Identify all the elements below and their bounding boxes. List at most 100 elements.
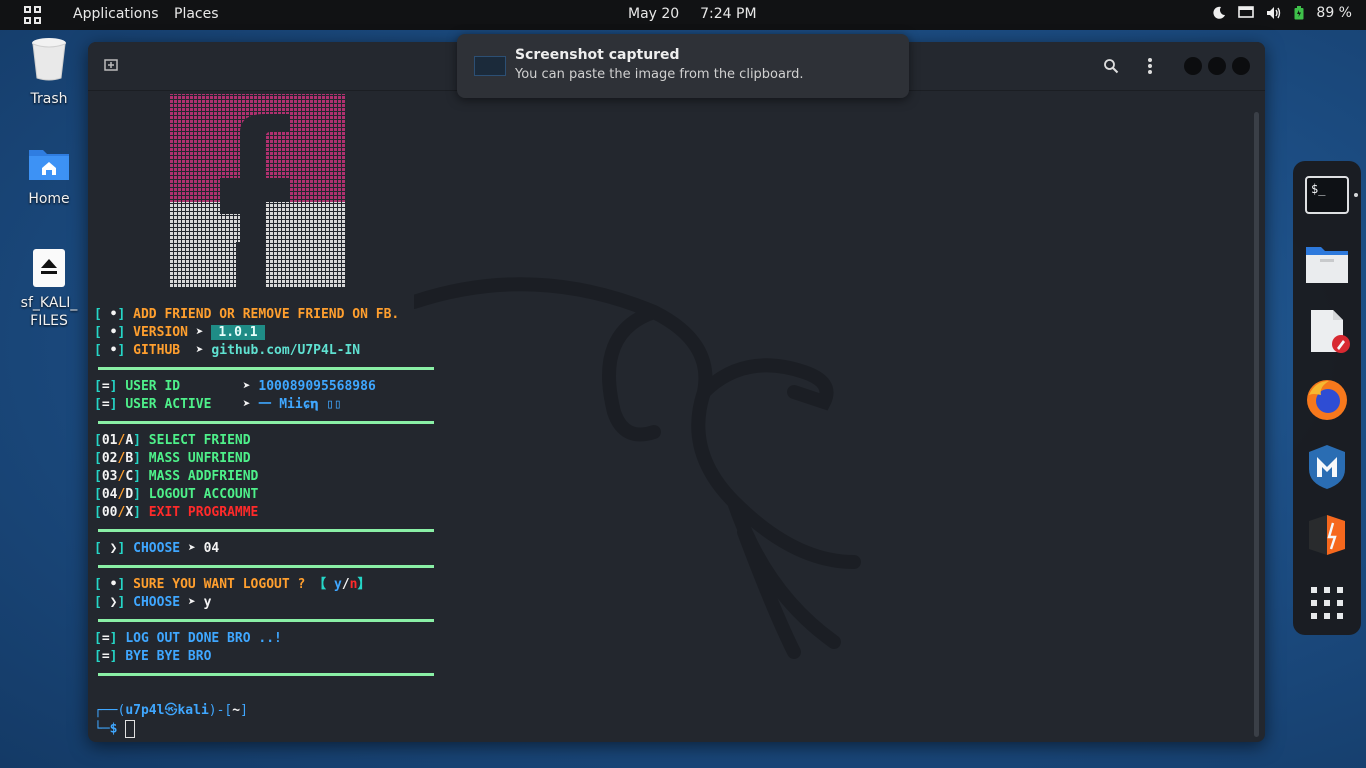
user-id-value: 100089095568986: [258, 379, 376, 394]
desktop-icon-label: sf_KALI_ FILES: [20, 295, 78, 329]
notification-body: You can paste the image from the clipboa…: [515, 67, 804, 82]
burpsuite-icon: [1309, 515, 1345, 555]
option-key: X: [125, 505, 134, 520]
shell-prompt-line-2[interactable]: └─$: [94, 720, 136, 738]
info-label: GITHUB: [133, 343, 181, 358]
option-code: 03: [101, 469, 118, 484]
time-label: 7:24 PM: [700, 6, 757, 22]
screenshot-thumbnail-icon: [474, 56, 506, 76]
kebab-menu-icon[interactable]: [1147, 57, 1153, 75]
date-label: May 20: [628, 6, 680, 22]
app-grid-icon: [1311, 587, 1343, 619]
dock-show-apps[interactable]: [1303, 579, 1351, 627]
terminal-output[interactable]: [ •] ADD FRIEND OR REMOVE FRIEND ON FB. …: [94, 92, 1244, 742]
option-key: A: [125, 433, 134, 448]
dock-files[interactable]: [1303, 239, 1351, 287]
menu-option-01: [01/A] SELECT FRIEND: [94, 433, 251, 448]
dock-terminal[interactable]: $_: [1303, 171, 1351, 219]
user-active-line: [=] USER ACTIVE ➤ 一 Miiɕ𝛈 ▯▯: [94, 397, 342, 412]
done-label: BYE BYE BRO: [125, 649, 212, 664]
prompt-host: kali: [177, 703, 209, 718]
trash-icon: [32, 38, 66, 81]
dock-metasploit[interactable]: [1303, 443, 1351, 491]
dock-text-editor[interactable]: [1303, 307, 1351, 355]
separator-line: [98, 421, 434, 424]
choose-label: CHOOSE: [133, 595, 181, 610]
option-code: 04: [101, 487, 118, 502]
option-label: MASS ADDFRIEND: [148, 469, 259, 484]
user-label: USER ACTIVE: [125, 397, 212, 412]
metasploit-icon: [1309, 445, 1345, 489]
option-key: D: [125, 487, 134, 502]
terminal-window[interactable]: [ •] ADD FRIEND OR REMOVE FRIEND ON FB. …: [88, 42, 1265, 742]
menu-option-03: [03/C] MASS ADDFRIEND: [94, 469, 259, 484]
choose-label: CHOOSE: [133, 541, 181, 556]
separator-line: [98, 367, 434, 370]
battery-percent: 89 %: [1316, 5, 1352, 21]
menu-option-04: [04/D] LOGOUT ACCOUNT: [94, 487, 259, 502]
volume-icon[interactable]: [1266, 6, 1282, 20]
info-line-description: [ •] ADD FRIEND OR REMOVE FRIEND ON FB.: [94, 307, 400, 322]
new-tab-icon[interactable]: [104, 58, 118, 72]
terminal-scrollbar[interactable]: [1254, 112, 1259, 737]
shell-prompt-line-1: ┌──(u7p4l㉿kali)-[~]: [94, 703, 248, 718]
running-indicator: [1354, 193, 1358, 197]
kali-dragon-watermark: [414, 277, 861, 659]
top-panel: Applications Places May 20 7:24 PM 89 %: [0, 0, 1366, 30]
svg-text:$_: $_: [1311, 182, 1326, 196]
option-key: C: [125, 469, 134, 484]
prompt-symbol: $: [109, 721, 118, 737]
screen-icon[interactable]: [1238, 6, 1255, 20]
choose-value: 04: [203, 541, 220, 556]
choose-line-2: [ ❯] CHOOSE ➤ y: [94, 595, 212, 610]
version-value: 1.0.1: [211, 325, 265, 340]
facebook-ascii-logo: [170, 94, 346, 288]
search-icon[interactable]: [1103, 58, 1119, 74]
option-code: 02: [101, 451, 118, 466]
info-line-github: [ •] GITHUB ➤ github.com/U7P4L-IN: [94, 343, 361, 358]
menu-option-00: [00/X] EXIT PROGRAMME: [94, 505, 259, 520]
option-label: LOGOUT ACCOUNT: [148, 487, 259, 502]
option-label: EXIT PROGRAMME: [148, 505, 259, 520]
arrow-glyph: ➤: [242, 397, 251, 412]
choose-value: y: [203, 595, 212, 610]
activities-grid-icon[interactable]: [24, 6, 42, 24]
desktop-sf-kali-files[interactable]: sf_KALI_ FILES: [4, 248, 94, 330]
option-label: SELECT FRIEND: [148, 433, 251, 448]
menu-option-02: [02/B] MASS UNFRIEND: [94, 451, 251, 466]
user-id-line: [=] USER ID ➤ 100089095568986: [94, 379, 376, 394]
desktop-trash[interactable]: Trash: [4, 36, 94, 108]
arrow-glyph: ➤: [187, 541, 196, 556]
minimize-button[interactable]: [1184, 57, 1202, 75]
user-tag: =: [101, 397, 110, 412]
screenshot-notification[interactable]: Screenshot captured You can paste the im…: [457, 34, 909, 98]
arrow-glyph: ➤: [187, 595, 196, 610]
choose-line-1: [ ❯] CHOOSE ➤ 04: [94, 541, 220, 556]
done-label: LOG OUT DONE BRO ..!: [125, 631, 282, 646]
info-line-version: [ •] VERSION ➤ 1.0.1: [94, 324, 265, 342]
separator-line: [98, 673, 434, 676]
status-area[interactable]: 89 %: [1212, 5, 1352, 21]
maximize-button[interactable]: [1208, 57, 1226, 75]
dock-firefox[interactable]: [1303, 375, 1351, 423]
close-button[interactable]: [1232, 57, 1250, 75]
places-menu[interactable]: Places: [174, 6, 219, 22]
desktop-icon-label: Home: [28, 191, 70, 207]
done-line-1: [=] LOG OUT DONE BRO ..!: [94, 631, 282, 646]
prompt-dir: ~: [232, 703, 241, 718]
user-label: USER ID: [125, 379, 181, 394]
option-code: 00: [101, 505, 118, 520]
night-mode-icon[interactable]: [1212, 6, 1226, 20]
desktop-icon-label: Trash: [30, 91, 68, 107]
firefox-icon: [1307, 380, 1347, 420]
done-line-2: [=] BYE BYE BRO: [94, 649, 212, 664]
separator-line: [98, 619, 434, 622]
applications-menu[interactable]: Applications: [73, 6, 159, 22]
desktop-home[interactable]: Home: [4, 146, 94, 208]
notification-title: Screenshot captured: [515, 47, 680, 63]
clock[interactable]: May 20 7:24 PM: [628, 6, 757, 22]
text-editor-icon: [1311, 310, 1350, 353]
done-tag: =: [101, 649, 110, 664]
dock-burpsuite[interactable]: [1303, 511, 1351, 559]
battery-icon[interactable]: [1294, 6, 1304, 20]
